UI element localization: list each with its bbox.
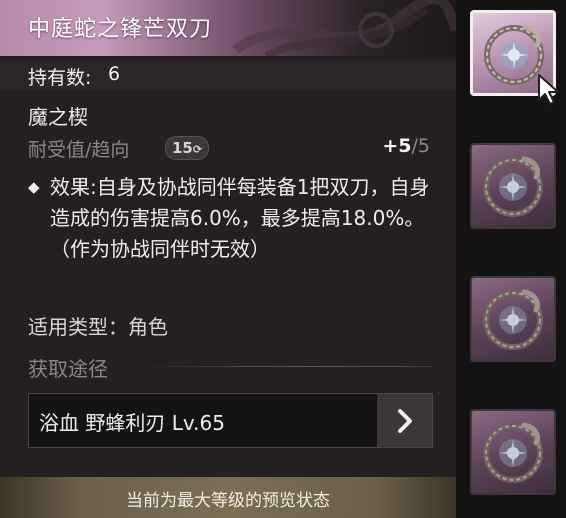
obtain-source-text: 浴血 野蜂利刃 Lv.65: [39, 411, 225, 435]
ouroboros-sigil-icon: [483, 422, 543, 483]
tolerance-value: +5/5: [382, 135, 430, 157]
tooltip-header: 中庭蛇之锋芒双刀: [0, 0, 456, 56]
item-slot-2[interactable]: [470, 143, 556, 229]
owned-count-row: 持有数: 6: [0, 60, 456, 90]
mouse-cursor-icon: [538, 74, 559, 105]
item-category: 魔之楔: [28, 105, 88, 129]
item-slot-4[interactable]: [470, 409, 556, 495]
obtain-method-label: 获取途径: [28, 357, 108, 381]
ouroboros-sigil-icon: [483, 289, 543, 350]
preview-status-text: 当前为最大等级的预览状态: [126, 491, 330, 511]
effect-text: 效果:自身及协战同伴每装备1把双刀，自身造成的伤害提高6.0%，最多提高18.0…: [50, 175, 430, 261]
tolerance-value-current: +5: [382, 135, 412, 157]
chevron-right-icon[interactable]: [377, 394, 432, 447]
effect-description: ◆ 效果:自身及协战同伴每装备1把双刀，自身造成的伤害提高6.0%，最多提高18…: [28, 172, 433, 265]
header-swirl-decoration: [232, 0, 456, 56]
tolerance-value-max: /5: [411, 135, 431, 157]
ouroboros-sigil-icon: [483, 156, 543, 217]
owned-count-value: 6: [108, 63, 121, 85]
diamond-bullet-icon: ◆: [28, 178, 40, 196]
applicable-type: 适用类型：角色: [28, 315, 168, 339]
tolerance-badge-value: 15: [171, 139, 193, 157]
preview-status-bar: 当前为最大等级的预览状态: [0, 477, 456, 518]
divider: [132, 366, 432, 367]
obtain-source-button[interactable]: 浴血 野蜂利刃 Lv.65: [28, 393, 433, 448]
tolerance-badge: 15⟳: [165, 136, 209, 160]
item-slot-3[interactable]: [470, 276, 556, 362]
item-title: 中庭蛇之锋芒双刀: [28, 17, 213, 42]
item-tooltip: 中庭蛇之锋芒双刀 持有数: 6 魔之楔 耐受值/趋向 15⟳ +5/5 ◆ 效果…: [0, 0, 456, 518]
tolerance-label: 耐受值/趋向: [28, 139, 130, 161]
owned-count-label: 持有数:: [28, 67, 92, 89]
